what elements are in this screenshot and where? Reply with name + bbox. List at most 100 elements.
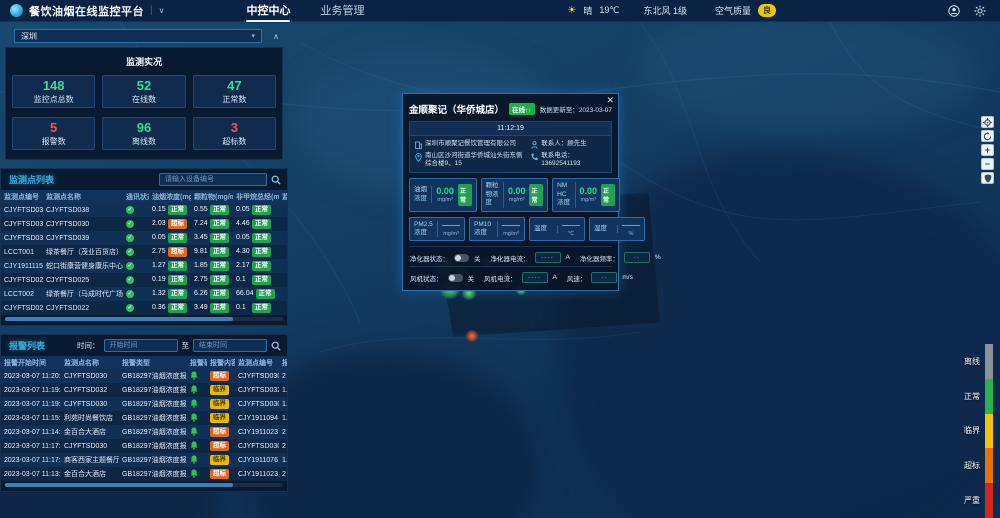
alarm-point-name: 金百合大酒店	[61, 469, 119, 479]
company-name: 深圳市顺聚记餐饮管理有限公司	[425, 140, 516, 148]
alarm-time: 2023-03-07 11:17:42.0	[1, 457, 61, 464]
smoke-value: 0.36	[152, 304, 166, 311]
point-id: CJY1911115	[1, 263, 43, 270]
status-badge: 正常	[210, 219, 229, 228]
zoom-in-button[interactable]: +	[981, 144, 994, 156]
alarm-bell-icon[interactable]	[190, 427, 198, 436]
stat-card[interactable]: 96 离线数	[102, 117, 185, 150]
alarm-bell-icon[interactable]	[190, 385, 198, 394]
alarm-bell-icon[interactable]	[190, 399, 198, 408]
table-row[interactable]: CJYFTSD030 CJYFTSD030 ✓ 2.03超标 7.24正常 4.…	[1, 217, 287, 231]
stat-card[interactable]: 3 超标数	[193, 117, 276, 150]
comm-ok-icon: ✓	[126, 290, 134, 298]
table-row[interactable]: 2023-03-07 11:17:58.0 CJYFTSD030 GB18297…	[1, 439, 287, 453]
rate-value: --	[591, 272, 617, 283]
scrollbar-thumb[interactable]	[5, 483, 233, 487]
metric-unit: ℃	[568, 231, 574, 237]
table-row[interactable]: 2023-03-07 11:14:49.0 金百合大酒店 GB18297油烟浓度…	[1, 425, 287, 439]
legend-color-swatch	[985, 483, 993, 518]
status-badge: 正常	[168, 205, 187, 214]
alarm-device-id: CJY1911023	[235, 471, 279, 478]
table-row[interactable]: CJY1911115 蛇口街康营健身康乐中心 ✓ 1.27正常 1.85正常 2…	[1, 259, 287, 273]
power-toggle[interactable]	[448, 274, 463, 282]
alarm-bell-icon[interactable]	[190, 413, 198, 422]
nav-control-center[interactable]: 中控中心	[244, 0, 292, 22]
metric-unit: mg/m³	[580, 197, 596, 203]
gear-icon[interactable]	[974, 5, 986, 17]
alarm-value: 2	[279, 471, 288, 478]
smoke-value: 1.27	[152, 262, 166, 269]
close-icon[interactable]: ✕	[606, 96, 614, 105]
alarm-bell-icon[interactable]	[190, 441, 198, 450]
point-name: CJYFTSD030	[43, 221, 123, 228]
stat-label: 报警数	[42, 136, 66, 147]
table-row[interactable]: CJYFTSD025 CJYFTSD025 ✓ 0.19正常 2.75正常 0.…	[1, 273, 287, 287]
search-icon[interactable]	[271, 175, 281, 185]
table-row[interactable]: 2023-03-07 11:15:19.0 利苑时尚餐饮店 GB18297油烟浓…	[1, 411, 287, 425]
device-search-input[interactable]	[159, 173, 267, 186]
search-icon[interactable]	[271, 341, 281, 351]
sidebar-collapse-button[interactable]: ∧	[268, 30, 284, 42]
current-unit: A	[553, 274, 557, 281]
table-row[interactable]: CJYFTSD022 CJYFTSD022 ✓ 0.36正常 3.49正常 0.…	[1, 301, 287, 315]
table-row[interactable]: 2023-03-07 11:20:31.0 CJYFTSD030 GB18297…	[1, 369, 287, 383]
current-label: 风机电流：	[484, 273, 517, 283]
stat-card[interactable]: 52 在线数	[102, 75, 185, 108]
sun-icon: ☀	[567, 5, 576, 16]
locate-icon[interactable]	[981, 116, 994, 128]
table-row[interactable]: 2023-03-07 11:13:50.0 金百合大酒店 GB18297油烟浓度…	[1, 467, 287, 481]
alarm-bell-icon[interactable]	[190, 371, 198, 380]
current-value: ----	[535, 252, 561, 263]
table-row[interactable]: CJYFTSD039 CJYFTSD039 ✓ 0.05正常 3.45正常 0.…	[1, 231, 287, 245]
app: 餐饮油烟在线监控平台 | ∨ 中控中心 业务管理 ☀ 晴 19℃ 东北风 1级 …	[0, 0, 1000, 518]
table-row[interactable]: 2023-03-07 11:17:42.0 商客西家主题餐厅 GB18297油烟…	[1, 453, 287, 467]
nav-business-mgmt[interactable]: 业务管理	[318, 0, 366, 22]
stat-card[interactable]: 47 正常数	[193, 75, 276, 108]
metric-label: 温度	[534, 225, 558, 233]
alarm-bell-icon[interactable]	[190, 455, 198, 464]
emission-marker[interactable]	[466, 330, 479, 343]
table-row[interactable]: 2023-03-07 11:19:40.0 CJYFTSD030 GB18297…	[1, 397, 287, 411]
scrollbar-thumb[interactable]	[5, 317, 233, 321]
weather-wind: 东北风 1级	[643, 4, 687, 17]
table-row[interactable]: LCCT001 绿茶餐厅（茂业百货店） ✓ 2.75超标 9.81正常 4.30…	[1, 245, 287, 259]
power-toggle[interactable]	[454, 254, 469, 262]
zoom-out-button[interactable]: −	[981, 158, 994, 170]
horizontal-scrollbar[interactable]	[5, 317, 283, 321]
alarm-device-id: CJY1911094	[235, 415, 279, 422]
metric-unit: mg/m³	[503, 231, 519, 237]
weather-condition: 晴	[583, 4, 592, 17]
user-icon[interactable]	[948, 5, 960, 17]
chevron-down-icon[interactable]: ∨	[159, 6, 165, 15]
horizontal-scrollbar[interactable]	[5, 483, 283, 487]
stat-label: 在线数	[132, 94, 156, 105]
device-controls: 净化器状态： 关 净化器电流： ---- A 净化器频率： -- % 风机状态：	[409, 246, 612, 284]
refresh-icon[interactable]	[981, 130, 994, 142]
smoke-value: 2.03	[152, 220, 166, 227]
table-row[interactable]: 2023-03-07 11:19:48.0 CJYFTSD032 GB18297…	[1, 383, 287, 397]
metric-unit: mg/m³	[443, 231, 459, 237]
comm-ok-icon: ✓	[126, 262, 134, 270]
table-row[interactable]: LCCT002 绿茶餐厅（马成时代广场店） ✓ 1.32正常 6.26正常 66…	[1, 287, 287, 301]
toggle-label: 净化器状态：	[410, 253, 449, 263]
end-time-input[interactable]	[193, 339, 267, 352]
status-badge: 正常	[210, 205, 229, 214]
status-badge: 正常	[168, 261, 187, 270]
alarm-content-badge: 临界	[210, 455, 229, 464]
stat-card[interactable]: 5 报警数	[12, 117, 95, 150]
city-select[interactable]: 深圳 ▾	[14, 29, 262, 43]
col-header: 通讯状态	[123, 192, 149, 202]
weather-temp: 19℃	[599, 5, 619, 16]
status-badge: 正常	[168, 233, 187, 242]
metric-card: PM2.5浓度 ——mg/m³	[409, 217, 465, 242]
time-to-label: 至	[182, 340, 190, 351]
metric-unit: mg/m³	[437, 197, 453, 203]
col-header: 监测点名称	[61, 358, 119, 368]
metric-status-badge: 正常	[601, 184, 615, 206]
alarm-type: GB18297油烟浓度报警	[119, 399, 187, 409]
shield-icon[interactable]	[981, 172, 994, 184]
alarm-bell-icon[interactable]	[190, 469, 198, 478]
start-time-input[interactable]	[104, 339, 178, 352]
stat-card[interactable]: 148 监控点总数	[12, 75, 95, 108]
table-row[interactable]: CJYFTSD038 CJYFTSD038 ✓ 0.15正常 0.55正常 0.…	[1, 203, 287, 217]
